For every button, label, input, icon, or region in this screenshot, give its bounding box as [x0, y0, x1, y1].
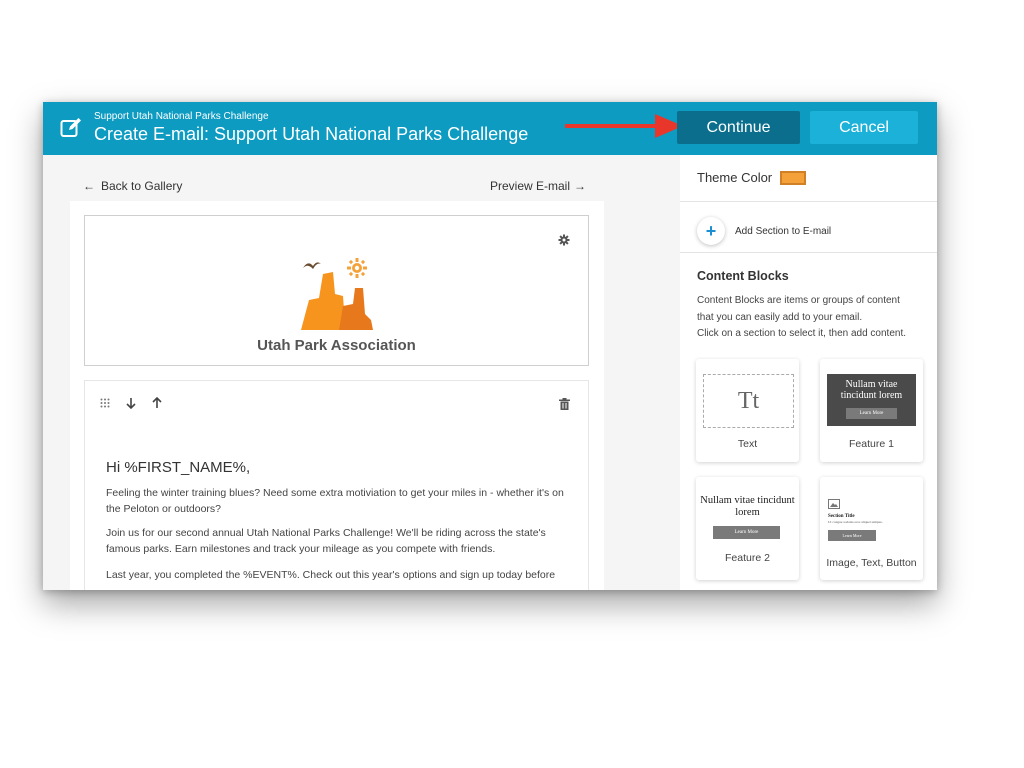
content-block-feature-1[interactable]: Nullam vitae tincidunt lorem Learn More … [820, 359, 923, 462]
add-section-button[interactable]: + Add Section to E-mail [697, 217, 831, 245]
content-block-image-text-button[interactable]: Section Title Ut congue sodales eros ali… [820, 477, 923, 580]
card-label: Text [737, 438, 758, 450]
divider [680, 252, 937, 253]
section-toolbar [99, 397, 163, 409]
cancel-button[interactable]: Cancel [810, 111, 918, 144]
add-section-label: Add Section to E-mail [735, 225, 832, 237]
gear-icon[interactable] [558, 234, 570, 246]
email-canvas: Utah Park Association Hi %FIRST_NAME%, F… [70, 201, 604, 590]
plus-icon[interactable]: + [697, 217, 725, 245]
preview-email-label: Preview E-mail [490, 179, 571, 193]
red-arrow-annotation [565, 114, 683, 138]
learn-more-preview: Learn More [828, 530, 876, 541]
text-section[interactable]: Hi %FIRST_NAME%, Feeling the winter trai… [84, 380, 589, 590]
park-logo-icon [301, 258, 373, 330]
edit-icon [60, 118, 81, 137]
learn-more-preview: Learn More [713, 526, 780, 539]
trash-icon[interactable] [559, 398, 570, 410]
theme-color-row: Theme Color [697, 170, 807, 185]
content-block-text[interactable]: Tt Text [696, 359, 799, 462]
content-blocks-title: Content Blocks [697, 269, 789, 283]
feature-1-preview: Nullam vitae tincidunt lorem Learn More [827, 374, 916, 426]
learn-more-preview: Learn More [845, 408, 898, 419]
email-greeting: Hi %FIRST_NAME%, [106, 459, 251, 476]
card-label: Feature 2 [725, 552, 770, 564]
email-paragraph-2: Join us for our second annual Utah Natio… [106, 527, 546, 555]
image-text-button-preview-title: Section Title [828, 514, 855, 519]
organization-name: Utah Park Association [257, 337, 416, 354]
feature-2-preview-text: Nullam vitae tincidunt lorem [700, 495, 795, 518]
text-block-preview: Tt [703, 374, 794, 428]
back-to-gallery-label: Back to Gallery [101, 179, 183, 193]
drag-handle-icon[interactable] [99, 397, 111, 409]
content-block-feature-2[interactable]: Nullam vitae tincidunt lorem Learn More … [696, 477, 799, 580]
page-title: Create E-mail: Support Utah National Par… [94, 124, 529, 144]
content-panel: Theme Color + Add Section to E-mail Cont… [680, 155, 937, 590]
divider [680, 201, 937, 202]
email-editor-window: Support Utah National Parks Challenge Cr… [43, 102, 937, 590]
move-down-icon[interactable] [125, 397, 137, 409]
logo-section[interactable]: Utah Park Association [84, 215, 589, 366]
email-editor-area: ← Back to Gallery Preview E-mail → Utah … [43, 155, 680, 590]
email-paragraph-3: Last year, you completed the %EVENT%. Ch… [106, 569, 556, 581]
theme-color-swatch[interactable] [780, 170, 807, 185]
email-paragraph-1: Feeling the winter training blues? Need … [106, 487, 564, 515]
app-header: Support Utah National Parks Challenge Cr… [43, 102, 937, 155]
theme-color-label: Theme Color [697, 170, 773, 185]
image-text-button-preview-body: Ut congue sodales eros aliquet tempus. [828, 520, 883, 524]
arrow-right-icon: → [574, 179, 587, 193]
header-subtitle: Support Utah National Parks Challenge [94, 111, 269, 122]
arrow-left-icon: ← [83, 179, 95, 193]
image-icon [828, 499, 840, 509]
card-label: Feature 1 [849, 438, 894, 450]
card-label: Image, Text, Button [826, 557, 917, 569]
continue-button[interactable]: Continue [677, 111, 800, 144]
move-up-icon[interactable] [151, 397, 163, 409]
content-blocks-description: Content Blocks are items or groups of co… [697, 295, 907, 339]
back-to-gallery-link[interactable]: ← Back to Gallery [83, 179, 182, 193]
preview-email-link[interactable]: Preview E-mail → [490, 179, 586, 193]
